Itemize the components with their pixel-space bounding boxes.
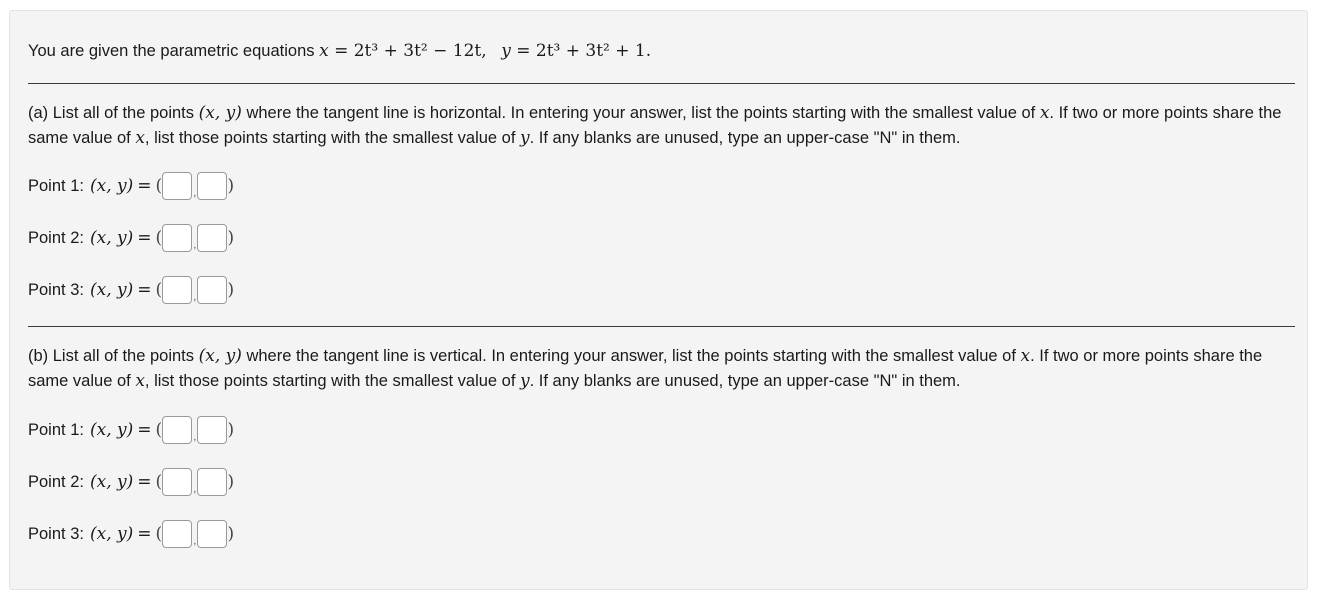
question-panel: You are given the parametric equations x…: [9, 10, 1308, 590]
point-label: Point 2:: [28, 472, 84, 491]
part-a-question: (a) List all of the points (x, y) where …: [28, 101, 1294, 151]
part-b-xvar: x: [1020, 346, 1031, 366]
point-label: Point 2:: [28, 228, 84, 247]
point-pair: (x, y): [89, 524, 134, 544]
part-b-prompt-5: . If any blanks are unused, type an uppe…: [529, 372, 961, 390]
part-a-yvar: y: [520, 128, 530, 148]
part-b-point-1-x-input[interactable]: [162, 416, 193, 444]
comma: ,: [193, 237, 197, 251]
part-b-prompt: (b) List all of the points: [28, 347, 194, 365]
part-b-point-2-y-input[interactable]: [197, 468, 228, 496]
open-paren: (: [155, 524, 163, 544]
intro-text: You are given the parametric equations x…: [28, 41, 651, 61]
open-paren: (: [155, 228, 163, 248]
point-label: Point 1:: [28, 420, 84, 439]
part-a-point-2-x-input[interactable]: [162, 224, 193, 252]
close-paren: ): [227, 472, 235, 492]
point-pair: (x, y): [89, 280, 134, 300]
open-paren: (: [155, 472, 163, 492]
part-a-point-2: Point 2: (x, y) = ( , ): [28, 223, 234, 253]
point-pair: (x, y): [89, 176, 134, 196]
separator-1: [28, 83, 1295, 84]
equation-y-var: y: [501, 41, 511, 61]
part-b-point-1: Point 1: (x, y) = ( , ): [28, 415, 234, 445]
part-a-point-3: Point 3: (x, y) = ( , ): [28, 275, 234, 305]
part-b-point-3: Point 3: (x, y) = ( , ): [28, 519, 234, 549]
open-paren: (: [155, 280, 163, 300]
point-label: Point 3:: [28, 280, 84, 299]
close-paren: ): [227, 420, 235, 440]
part-b-point-2: Point 2: (x, y) = ( , ): [28, 467, 234, 497]
part-a-prompt-2: where the tangent line is horizontal. In…: [246, 104, 1036, 122]
part-a-point-1-y-input[interactable]: [197, 172, 228, 200]
close-paren: ): [227, 280, 235, 300]
open-paren: (: [155, 420, 163, 440]
equals-sign: =: [137, 420, 152, 440]
part-b-xvar-2: x: [135, 371, 145, 391]
comma: ,: [193, 481, 197, 495]
equation-y: y = 2t³ + 3t² + 1.: [501, 41, 651, 61]
intro-label: You are given the parametric equations: [28, 42, 315, 60]
part-b-yvar: y: [520, 371, 530, 391]
point-pair: (x, y): [89, 228, 134, 248]
part-b-point-3-y-input[interactable]: [197, 520, 228, 548]
part-a-prompt-5: . If any blanks are unused, type an uppe…: [529, 129, 961, 147]
equals-sign: =: [137, 176, 152, 196]
part-b-prompt-2: where the tangent line is vertical. In e…: [246, 347, 1016, 365]
separator-2: [28, 326, 1295, 327]
point-label: Point 1:: [28, 176, 84, 195]
part-b-point-2-x-input[interactable]: [162, 468, 193, 496]
equation-x-var: x: [319, 41, 329, 61]
part-a-prompt: (a) List all of the points: [28, 104, 194, 122]
comma: ,: [193, 289, 197, 303]
comma: ,: [193, 429, 197, 443]
equation-x-rhs: = 2t³ + 3t² − 12t,: [334, 41, 487, 61]
part-a-point-3-y-input[interactable]: [197, 276, 228, 304]
comma: ,: [193, 185, 197, 199]
comma: ,: [193, 533, 197, 547]
part-a-prompt-4: , list those points starting with the sm…: [144, 129, 516, 147]
close-paren: ): [227, 176, 235, 196]
part-a-pair: (x, y): [198, 103, 242, 123]
part-b-pair: (x, y): [198, 346, 242, 366]
part-b-prompt-4: , list those points starting with the sm…: [144, 372, 516, 390]
equals-sign: =: [137, 472, 152, 492]
equation-x: x = 2t³ + 3t² − 12t,: [319, 41, 492, 61]
part-a-point-1: Point 1: (x, y) = ( , ): [28, 171, 234, 201]
part-a-point-1-x-input[interactable]: [162, 172, 193, 200]
part-a-xvar-2: x: [135, 128, 145, 148]
equals-sign: =: [137, 228, 152, 248]
point-pair: (x, y): [89, 420, 134, 440]
part-b-point-1-y-input[interactable]: [197, 416, 228, 444]
equation-y-rhs: = 2t³ + 3t² + 1.: [516, 41, 652, 61]
equals-sign: =: [137, 524, 152, 544]
part-a-xvar: x: [1039, 103, 1050, 123]
equals-sign: =: [137, 280, 152, 300]
part-a-point-3-x-input[interactable]: [162, 276, 193, 304]
part-a-point-2-y-input[interactable]: [197, 224, 228, 252]
open-paren: (: [155, 176, 163, 196]
close-paren: ): [227, 524, 235, 544]
part-b-point-3-x-input[interactable]: [162, 520, 193, 548]
close-paren: ): [227, 228, 235, 248]
point-label: Point 3:: [28, 524, 84, 543]
point-pair: (x, y): [89, 472, 134, 492]
part-b-question: (b) List all of the points (x, y) where …: [28, 344, 1294, 394]
